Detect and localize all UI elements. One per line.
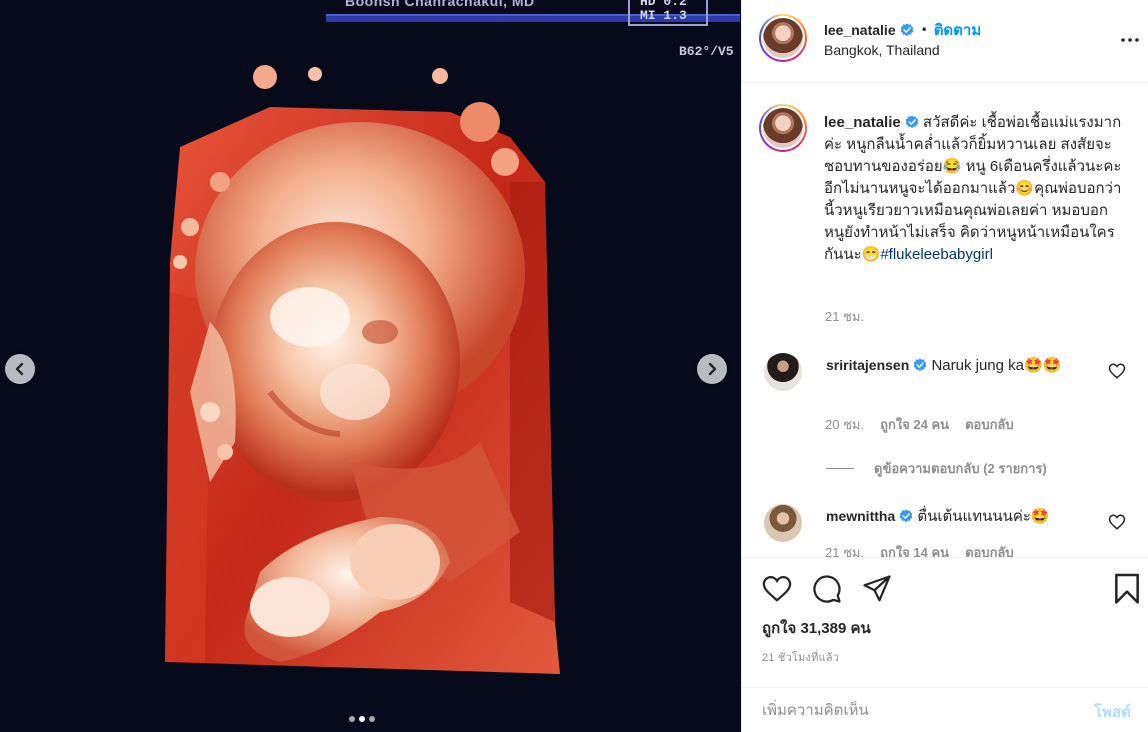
comment-meta: 21 ชม. ถูกใจ 14 คน ตอบกลับ (825, 542, 1014, 558)
avatar-image (763, 108, 803, 148)
avatar-image (763, 18, 803, 58)
post-comment-button[interactable]: โพสต์ (1094, 700, 1131, 724)
comment-reply-button[interactable]: ตอบกลับ (965, 542, 1014, 558)
comments-section[interactable]: lee_natalie สวัสดีค่ะ เชื้อพ่อเชื้อแม่แร… (742, 84, 1148, 558)
comment-input[interactable] (762, 688, 1082, 732)
comment-like-heart-icon[interactable] (1108, 513, 1126, 531)
verified-badge-icon (899, 509, 913, 523)
author-username[interactable]: lee_natalie (824, 22, 896, 38)
comment-button[interactable] (810, 572, 844, 606)
monitor-readout-2: MI 1.3 (640, 8, 687, 23)
separator-bullet: • (920, 23, 928, 37)
verified-badge-icon (905, 115, 919, 129)
chevron-right-icon (708, 362, 717, 376)
share-icon (863, 575, 891, 602)
carousel-dot-active (359, 716, 365, 722)
monitor-probe-label: B62°/V5 (679, 44, 734, 59)
likes-count[interactable]: ถูกใจ 31,389 คน (762, 616, 871, 640)
comment-reply-button[interactable]: ตอบกลับ (965, 414, 1014, 435)
commenter-avatar[interactable] (764, 353, 802, 391)
carousel-dot (369, 716, 375, 722)
add-comment-bar: โพสต์ (742, 687, 1148, 732)
follow-button[interactable]: ติดตาม (934, 18, 982, 42)
heart-icon (762, 575, 792, 602)
carousel-dot (349, 716, 355, 722)
comment-timestamp[interactable]: 21 ชม. (825, 542, 864, 558)
comment-text: ตื่นเต้นแทนนนค่ะ🤩 (917, 508, 1050, 525)
post-timestamp[interactable]: 21 ชั่วโมงที่แล้ว (762, 648, 839, 666)
verified-badge-icon (913, 358, 927, 372)
comment-likes-count[interactable]: ถูกใจ 14 คน (880, 542, 949, 558)
next-image-button[interactable] (697, 354, 727, 384)
author-avatar[interactable] (759, 14, 807, 62)
share-button[interactable] (860, 572, 894, 606)
comment-timestamp[interactable]: 20 ชม. (825, 414, 864, 435)
post-caption: lee_natalie สวัสดีค่ะ เชื้อพ่อเชื้อแม่แร… (824, 112, 1124, 266)
save-button[interactable] (1110, 572, 1144, 606)
comment-likes-count[interactable]: ถูกใจ 24 คน (880, 414, 949, 435)
comment-text: Naruk jung ka🤩🤩 (931, 357, 1062, 374)
bookmark-icon (1115, 573, 1139, 604)
post-media: Boonsn Chanrachakul, MD HD 0.2 MI 1.3 B6… (0, 0, 741, 732)
more-options-button[interactable] (1120, 28, 1140, 52)
view-replies-button[interactable]: ดูข้อความตอบกลับ (2 รายการ) (826, 458, 1047, 479)
chevron-left-icon (15, 362, 24, 376)
more-horizontal-icon (1121, 38, 1139, 42)
previous-image-button[interactable] (5, 354, 35, 384)
post-header: lee_natalie • ติดตาม Bangkok, Thailand (742, 0, 1148, 83)
comment-meta: 20 ชม. ถูกใจ 24 คน ตอบกลับ (825, 414, 1014, 435)
caption-hashtag[interactable]: #flukeleebabygirl (880, 246, 993, 263)
view-replies-label: ดูข้อความตอบกลับ (2 รายการ) (874, 461, 1047, 476)
comment-body: sriritajensen Naruk jung ka🤩🤩 (826, 354, 1094, 377)
carousel-indicator (349, 716, 375, 722)
ultrasound-monitor-header: Boonsn Chanrachakul, MD HD 0.2 MI 1.3 (0, 0, 741, 26)
comment-like-heart-icon[interactable] (1108, 362, 1126, 380)
commenter-username[interactable]: sriritajensen (826, 357, 909, 373)
caption-timestamp[interactable]: 21 ชม. (825, 306, 864, 327)
ultrasound-3d-image (165, 65, 560, 674)
monitor-doctor-name: Boonsn Chanrachakul, MD (345, 0, 535, 9)
like-button[interactable] (760, 572, 794, 606)
replies-divider-line (826, 468, 854, 469)
post-location[interactable]: Bangkok, Thailand (824, 42, 940, 58)
post-sidebar: lee_natalie • ติดตาม Bangkok, Thailand l… (741, 0, 1148, 732)
comment-icon (813, 575, 841, 603)
commenter-username[interactable]: mewnittha (826, 508, 895, 524)
header-user-row: lee_natalie • ติดตาม (824, 18, 981, 42)
post-actions: ถูกใจ 31,389 คน 21 ชั่วโมงที่แล้ว (742, 557, 1148, 687)
caption-text: สวัสดีค่ะ เชื้อพ่อเชื้อแม่แรงมากค่ะ หนูก… (824, 114, 1122, 263)
verified-badge-icon (900, 23, 913, 37)
caption-username[interactable]: lee_natalie (824, 114, 901, 131)
commenter-avatar[interactable] (764, 504, 802, 542)
caption-author-avatar[interactable] (759, 104, 807, 152)
comment-body: mewnittha ตื่นเต้นแทนนนค่ะ🤩 (826, 505, 1094, 528)
